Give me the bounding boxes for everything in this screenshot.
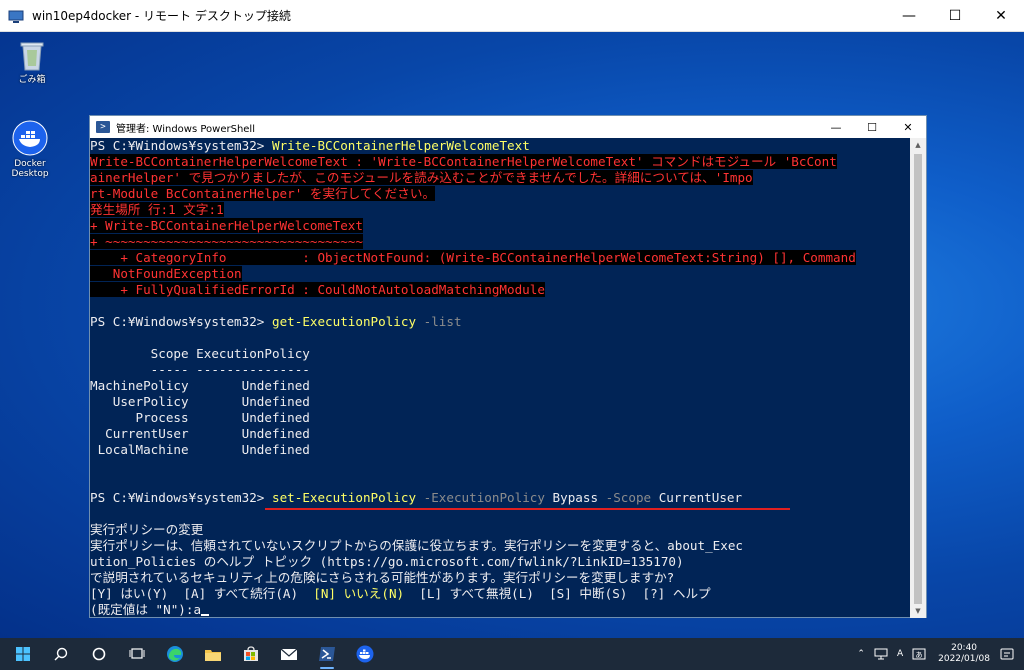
notification-icon[interactable] (1000, 647, 1014, 661)
circle-icon (92, 647, 106, 661)
powershell-titlebar: > 管理者: Windows PowerShell — ☐ ✕ (90, 116, 926, 138)
error-line: + CategoryInfo : ObjectNotFound: (Write-… (90, 250, 856, 265)
table-row: MachinePolicy Undefined (90, 378, 310, 393)
task-view-button[interactable] (118, 638, 156, 670)
scroll-down-icon[interactable]: ▼ (910, 604, 926, 618)
console-line: PS C:¥Windows¥system32> set-ExecutionPol… (90, 490, 743, 505)
clock-time: 20:40 (951, 643, 978, 653)
taskbar-mail[interactable] (270, 638, 308, 670)
rdp-close-button[interactable]: ✕ (978, 0, 1024, 32)
error-line: + ~~~~~~~~~~~~~~~~~~~~~~~~~~~~~~~~~~ (90, 234, 363, 249)
docker-label-line2: Desktop (11, 169, 49, 179)
remote-desktop-icon (8, 9, 24, 23)
svg-text:あ: あ (916, 651, 923, 659)
error-line: + FullyQualifiedErrorId : CouldNotAutolo… (90, 282, 545, 297)
chevron-up-icon[interactable]: ⌃ (857, 649, 865, 659)
search-icon (54, 647, 68, 661)
start-button[interactable] (4, 638, 42, 670)
windows-logo-icon (16, 647, 30, 661)
rdp-window-title: win10ep4docker - リモート デスクトップ接続 (32, 9, 291, 23)
docker-icon (12, 120, 48, 156)
console-output[interactable]: PS C:¥Windows¥system32> Write-BCContaine… (90, 138, 912, 618)
taskbar-powershell[interactable] (308, 638, 346, 670)
console-line: PS C:¥Windows¥system32> get-ExecutionPol… (90, 314, 462, 329)
error-line: + Write-BCContainerHelperWelcomeText (90, 218, 363, 233)
table-row: LocalMachine Undefined (90, 442, 310, 457)
table-row: UserPolicy Undefined (90, 394, 310, 409)
scroll-up-icon[interactable]: ▲ (910, 138, 926, 152)
powershell-window-controls: — ☐ ✕ (818, 116, 926, 138)
store-bag-icon (244, 646, 258, 661)
console-line: PS C:¥Windows¥system32> Write-BCContaine… (90, 138, 530, 153)
powershell-window-title: 管理者: Windows PowerShell (116, 123, 255, 135)
system-tray: ⌃ A あ 20:40 2022/01/08 (852, 638, 1024, 670)
choice-line: [Y] はい(Y) [A] すべて続行(A) [N] いいえ(N) [L] すべ… (90, 586, 711, 601)
error-line: NotFoundException (90, 266, 242, 281)
recycle-bin-label: ごみ箱 (18, 75, 46, 85)
ime-toolbar-icon[interactable]: あ (912, 648, 926, 660)
command-text: Write-BCContainerHelperWelcomeText (271, 138, 530, 153)
docker-desktop-shortcut[interactable]: Docker Desktop (0, 120, 60, 179)
recycle-bin-shortcut[interactable]: ごみ箱 (2, 38, 62, 85)
ime-mode-label[interactable]: A (897, 649, 903, 659)
error-line: Write-BCContainerHelperWelcomeText : 'Wr… (90, 154, 837, 169)
recycle-bin-icon (20, 42, 44, 71)
message-line: で説明されているセキュリティ上の危険にさらされる可能性があります。実行ポリシーを… (90, 570, 675, 585)
docker-label-line1: Docker (14, 159, 46, 169)
text-cursor (201, 614, 210, 616)
docker-icon (356, 645, 374, 663)
powershell-icon (319, 647, 335, 661)
rdp-window-controls: — ☐ ✕ (886, 0, 1024, 32)
mail-icon (280, 648, 298, 660)
taskbar-edge[interactable] (156, 638, 194, 670)
command-text: get-ExecutionPolicy (271, 314, 417, 329)
cortana-button[interactable] (80, 638, 118, 670)
table-row: Process Undefined (90, 410, 310, 425)
table-row: CurrentUser Undefined (90, 426, 310, 441)
network-icon[interactable] (874, 648, 888, 660)
taskbar-store[interactable] (232, 638, 270, 670)
console-scrollbar[interactable]: ▲ ▼ (910, 138, 926, 618)
taskbar: ⌃ A あ 20:40 2022/01/08 (0, 638, 1024, 670)
powershell-close-button[interactable]: ✕ (890, 116, 926, 138)
rdp-maximize-button[interactable]: ☐ (932, 0, 978, 32)
powershell-icon: > (96, 121, 110, 133)
powershell-minimize-button[interactable]: — (818, 116, 854, 138)
scrollbar-thumb[interactable] (914, 154, 922, 604)
taskbar-docker[interactable] (346, 638, 384, 670)
taskbar-clock[interactable]: 20:40 2022/01/08 (938, 643, 990, 665)
folder-icon (205, 649, 221, 661)
error-line: ainerHelper' で見つかりましたが、このモジュールを読み込むことができ… (90, 170, 753, 185)
highlight-underline (265, 508, 790, 510)
error-line: rt-Module BcContainerHelper' を実行してください。 (90, 186, 436, 201)
command-text: set-ExecutionPolicy (271, 490, 417, 505)
table-header-rule: ----- --------------- (90, 362, 310, 377)
search-button[interactable] (42, 638, 80, 670)
default-choice: [N] いいえ(N) (313, 586, 405, 601)
powershell-maximize-button[interactable]: ☐ (854, 116, 890, 138)
edge-browser-icon (167, 646, 183, 662)
message-line: 実行ポリシーの変更 (90, 522, 204, 537)
table-header: Scope ExecutionPolicy (90, 346, 310, 361)
clock-date: 2022/01/08 (938, 654, 990, 664)
input-line[interactable]: (既定値は "N"):a (90, 602, 912, 618)
taskbar-file-explorer[interactable] (194, 638, 232, 670)
rdp-titlebar: win10ep4docker - リモート デスクトップ接続 — ☐ ✕ (0, 0, 1024, 32)
powershell-window: > 管理者: Windows PowerShell — ☐ ✕ PS C:¥Wi… (89, 115, 927, 618)
rdp-minimize-button[interactable]: — (886, 0, 932, 32)
error-line: 発生場所 行:1 文字:1 (90, 202, 224, 217)
message-line: ution_Policies のヘルプ トピック (https://go.mic… (90, 554, 684, 569)
task-view-icon (129, 648, 145, 659)
message-line: 実行ポリシーは、信頼されていないスクリプトからの保護に役立ちます。実行ポリシーを… (90, 538, 743, 553)
